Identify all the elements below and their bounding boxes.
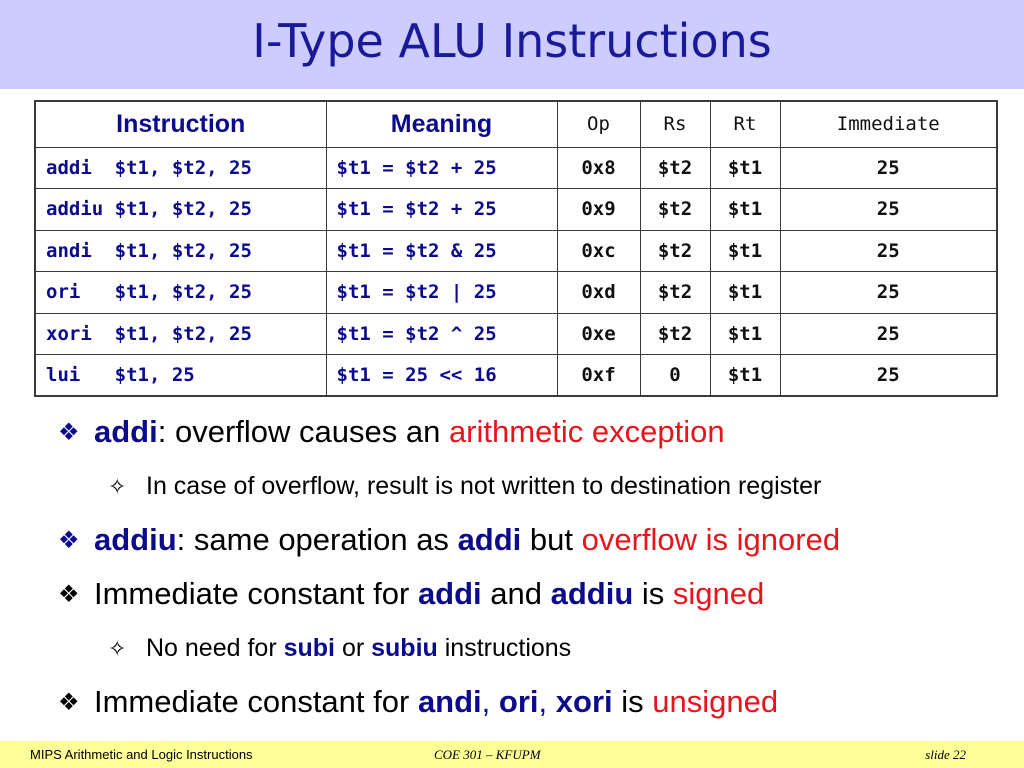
bullet-text: : same operation as [176, 522, 458, 557]
header-rt: Rt [709, 100, 781, 148]
cell-rs: $t2 [639, 229, 711, 272]
diamond-bullet-icon: ❖ [58, 581, 80, 608]
bullet-text: but [521, 522, 582, 557]
cell-immediate: 25 [779, 146, 998, 189]
cell-rt: $t1 [709, 146, 781, 189]
cell-op: 0x9 [556, 188, 641, 231]
cell-rs: $t2 [639, 146, 711, 189]
cell-rt: $t1 [709, 271, 781, 314]
cell-rs: $t2 [639, 188, 711, 231]
footer-course-topic: MIPS Arithmetic and Logic Instructions [30, 747, 253, 762]
emphasis-text: unsigned [652, 684, 779, 719]
bullet-text: or [335, 634, 372, 662]
separator: , [538, 684, 556, 719]
bullet-addiu: ❖ addiu: same operation as addi but overf… [58, 520, 1008, 574]
cell-rs: $t2 [639, 271, 711, 314]
bullet-text: is [612, 684, 653, 719]
cell-op: 0x8 [556, 146, 641, 189]
diamond-bullet-icon: ❖ [58, 689, 80, 716]
footer-course-code: COE 301 – KFUPM [434, 747, 541, 762]
header-rs: Rs [639, 100, 711, 148]
cell-meaning: $t1 = $t2 | 25 [325, 271, 558, 314]
table-row: ori $t1, $t2, 25 $t1 = $t2 | 25 0xd $t2 … [34, 271, 998, 314]
cell-instruction: addiu $t1, $t2, 25 [34, 188, 327, 231]
keyword: subiu [371, 634, 438, 662]
cell-immediate: 25 [779, 188, 998, 231]
bullet-signed-immediate: ❖ Immediate constant for addi and addiu i… [58, 574, 1008, 628]
cell-op: 0xd [556, 271, 641, 314]
cell-instruction: ori $t1, $t2, 25 [34, 271, 327, 314]
keyword: andi [417, 684, 482, 719]
header-instruction: Instruction [34, 100, 327, 148]
keyword: subi [283, 634, 335, 662]
cell-immediate: 25 [779, 354, 998, 397]
bullet-text: instructions [437, 634, 572, 662]
bullet-text: is [633, 576, 673, 611]
bullet-text: No need for [146, 634, 284, 662]
emphasis-text: signed [672, 576, 765, 611]
bullet-list: ❖ addi: overflow causes an arithmetic exc… [58, 412, 1008, 736]
bullet-text: : overflow causes an [157, 414, 449, 449]
cell-rs: $t2 [639, 312, 711, 355]
header-meaning: Meaning [325, 100, 558, 148]
header-immediate: Immediate [779, 100, 998, 148]
footer-slide-number: slide 22 [925, 747, 966, 762]
itype-instruction-table: Instruction Meaning Op Rs Rt Immediate a… [34, 100, 998, 397]
bullet-unsigned-immediate: ❖ Immediate constant for andi, ori, xori … [58, 682, 1008, 736]
star-bullet-icon: ✧ [108, 474, 127, 499]
keyword: addi [94, 414, 158, 449]
keyword: ori [498, 684, 539, 719]
cell-rt: $t1 [709, 229, 781, 272]
cell-meaning: $t1 = $t2 ^ 25 [325, 312, 558, 355]
emphasis-text: arithmetic exception [448, 414, 725, 449]
title-bar: I-Type ALU Instructions [0, 0, 1024, 89]
table-row: xori $t1, $t2, 25 $t1 = $t2 ^ 25 0xe $t2… [34, 312, 998, 355]
bullet-text: In case of overflow, result is not writt… [146, 472, 822, 500]
cell-op: 0xc [556, 229, 641, 272]
keyword: addiu [94, 522, 177, 557]
header-op: Op [556, 100, 641, 148]
table-row: addiu $t1, $t2, 25 $t1 = $t2 + 25 0x9 $t… [34, 188, 998, 231]
bullet-addi-overflow: ❖ addi: overflow causes an arithmetic exc… [58, 412, 1008, 466]
keyword: xori [555, 684, 613, 719]
cell-op: 0xf [556, 354, 641, 397]
bullet-text: Immediate constant for [94, 576, 418, 611]
cell-meaning: $t1 = $t2 + 25 [325, 188, 558, 231]
cell-rs: 0 [639, 354, 711, 397]
keyword: addi [457, 522, 522, 557]
cell-instruction: xori $t1, $t2, 25 [34, 312, 327, 355]
cell-immediate: 25 [779, 312, 998, 355]
keyword: addiu [550, 576, 634, 611]
cell-meaning: $t1 = $t2 + 25 [325, 146, 558, 189]
diamond-bullet-icon: ❖ [58, 419, 80, 446]
keyword: addi [417, 576, 482, 611]
diamond-bullet-icon: ❖ [58, 527, 80, 554]
cell-rt: $t1 [709, 354, 781, 397]
cell-instruction: addi $t1, $t2, 25 [34, 146, 327, 189]
cell-rt: $t1 [709, 188, 781, 231]
cell-immediate: 25 [779, 229, 998, 272]
cell-instruction: lui $t1, 25 [34, 354, 327, 397]
sub-bullet-no-subi: ✧ No need for subi or subiu instructions [58, 628, 1008, 682]
cell-meaning: $t1 = $t2 & 25 [325, 229, 558, 272]
cell-meaning: $t1 = 25 << 16 [325, 354, 558, 397]
table-row: andi $t1, $t2, 25 $t1 = $t2 & 25 0xc $t2… [34, 229, 998, 272]
bullet-text: Immediate constant for [94, 684, 418, 719]
cell-instruction: andi $t1, $t2, 25 [34, 229, 327, 272]
slide-footer: MIPS Arithmetic and Logic Instructions C… [0, 741, 1024, 768]
cell-rt: $t1 [709, 312, 781, 355]
table-row: lui $t1, 25 $t1 = 25 << 16 0xf 0 $t1 25 [34, 354, 998, 397]
sub-bullet-overflow-result: ✧ In case of overflow, result is not writ… [58, 466, 1008, 520]
cell-op: 0xe [556, 312, 641, 355]
table-header-row: Instruction Meaning Op Rs Rt Immediate [34, 100, 998, 148]
separator: , [481, 684, 499, 719]
cell-immediate: 25 [779, 271, 998, 314]
star-bullet-icon: ✧ [108, 636, 127, 661]
table-row: addi $t1, $t2, 25 $t1 = $t2 + 25 0x8 $t2… [34, 146, 998, 189]
slide-title: I-Type ALU Instructions [252, 14, 772, 68]
bullet-text: and [481, 576, 551, 611]
emphasis-text: overflow is ignored [581, 522, 841, 557]
